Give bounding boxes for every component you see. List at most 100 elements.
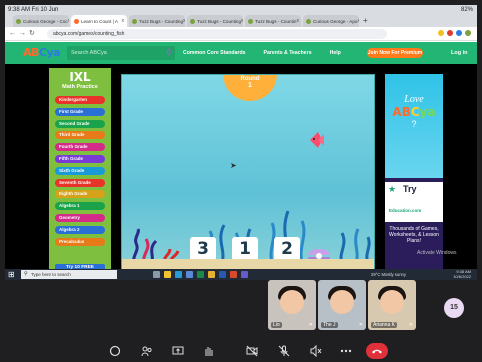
extension-icon[interactable]: [456, 30, 462, 36]
fish-icon: [310, 132, 324, 148]
grade-button[interactable]: Second Grade: [55, 119, 105, 128]
tab-favicon-icon: [248, 18, 253, 24]
file-explorer-icon[interactable]: [164, 271, 171, 278]
share-screen-button[interactable]: [170, 343, 186, 359]
browser-tab[interactable]: Tuzz Bugs - Counting x: [129, 15, 185, 27]
browser-tab[interactable]: Curious George - Apo x: [303, 15, 359, 27]
browser-tab[interactable]: Curious George - Coc x: [13, 15, 69, 27]
tab-title: Curious George - Coc: [23, 18, 68, 24]
powerpoint-icon[interactable]: [230, 271, 237, 278]
tab-close-icon[interactable]: x: [357, 18, 359, 24]
tab-close-icon[interactable]: x: [241, 18, 243, 24]
nav-link-common-core[interactable]: Common Core Standards: [183, 50, 246, 56]
ad-education-logo: Education.com: [389, 208, 422, 213]
more-participants-badge[interactable]: 15: [444, 298, 464, 318]
new-tab-button[interactable]: +: [363, 15, 368, 27]
abcya-logo[interactable]: ABCya: [23, 46, 61, 59]
windows-taskbar: ⊞ ⚲ Type here to search 29°C Mostly sunn…: [5, 269, 477, 280]
star-icon[interactable]: [438, 30, 444, 36]
participant-video-tile[interactable]: Arianna K ✕: [368, 280, 416, 330]
url-field[interactable]: abcya.com/games/counting_fish: [47, 29, 387, 39]
word-icon[interactable]: [219, 271, 226, 278]
grade-button[interactable]: Fifth Grade: [55, 154, 105, 163]
nav-link-parents-teachers[interactable]: Parents & Teachers: [264, 50, 312, 56]
windows-start-icon[interactable]: ⊞: [8, 270, 15, 279]
grade-button[interactable]: Seventh Grade: [55, 178, 105, 187]
game-canvas[interactable]: Round 1 ➤ 3 1 2: [121, 74, 375, 274]
participant-face: [380, 290, 404, 314]
battery-status: 82%: [460, 7, 473, 13]
end-call-button[interactable]: [366, 343, 388, 359]
ixl-ad[interactable]: IXL Math Practice Kindergarten First Grad…: [49, 68, 111, 280]
tab-title: Tuzz Bugs - Counting: [197, 18, 242, 24]
camera-off-button[interactable]: [244, 343, 260, 359]
activate-windows-watermark: Activate Windows: [417, 250, 457, 256]
grade-button[interactable]: Fourth Grade: [55, 143, 105, 152]
taskbar-search-input[interactable]: ⚲ Type here to search: [21, 270, 117, 279]
chrome-icon[interactable]: [208, 271, 215, 278]
education-ad[interactable]: Love ABCya ? ★ Try Education.com Thousan…: [385, 74, 443, 274]
ad-description: Thousands of Games, Worksheets, & Lesson…: [389, 226, 439, 244]
excel-icon[interactable]: [197, 271, 204, 278]
participant-video-tile[interactable]: Lio ✕: [268, 280, 316, 330]
seaweed-icon: [132, 228, 158, 263]
nav-link-help[interactable]: Help: [330, 50, 341, 56]
tab-close-icon[interactable]: x: [122, 18, 125, 24]
ad-abcya-logo: ABCya: [392, 105, 436, 119]
participant-name: Lio: [271, 322, 282, 328]
address-bar-row: ←→↻ abcya.com/games/counting_fish: [5, 27, 477, 41]
raise-hand-button[interactable]: [200, 343, 216, 359]
nav-buttons-icon[interactable]: ←→↻: [9, 29, 38, 37]
login-link[interactable]: Log in: [451, 50, 468, 56]
participant-name: Arianna K: [371, 322, 397, 328]
browser-tab[interactable]: Tuzz Bugs - Countin x: [245, 15, 301, 27]
tab-title: Tuzz Bugs - Counting: [139, 18, 184, 24]
grade-button[interactable]: Precalculus: [55, 237, 105, 246]
share-screen-icon: [172, 346, 184, 355]
taskbar-clock[interactable]: 9:38 AM 10/6/2022: [453, 269, 471, 279]
browser-tab-bar: 9:38 AM Fri 10 Jun 82% Curious George - …: [5, 5, 477, 27]
grade-button[interactable]: First Grade: [55, 107, 105, 116]
grade-button[interactable]: Third Grade: [55, 131, 105, 140]
more-options-button[interactable]: [338, 343, 354, 359]
store-icon[interactable]: [186, 271, 193, 278]
extension-icon[interactable]: [447, 30, 453, 36]
participant-video-tile[interactable]: The J ✕: [318, 280, 366, 330]
browser-tab[interactable]: Tuzz Bugs - Counting x: [187, 15, 243, 27]
task-view-icon[interactable]: [153, 271, 160, 278]
ad-question-mark: ?: [411, 119, 417, 129]
browser-tab-active[interactable]: Learn to Count | A x: [71, 15, 127, 27]
teams-icon[interactable]: [241, 271, 248, 278]
grade-button[interactable]: Sixth Grade: [55, 166, 105, 175]
grade-button[interactable]: Algebra 1: [55, 202, 105, 211]
chat-button[interactable]: [107, 343, 123, 359]
raise-hand-icon: [205, 347, 213, 356]
grade-button[interactable]: Eighth Grade: [55, 190, 105, 199]
tab-close-icon[interactable]: x: [68, 18, 69, 24]
mic-off-button[interactable]: [276, 343, 292, 359]
tab-favicon-icon: [190, 18, 195, 24]
tab-close-icon[interactable]: x: [183, 18, 185, 24]
shared-screen: 9:38 AM Fri 10 Jun 82% Curious George - …: [5, 5, 477, 280]
tab-strip: Curious George - Coc x Learn to Count | A…: [13, 15, 368, 27]
tab-favicon-icon: [74, 18, 79, 24]
premium-button[interactable]: Join Now For Premium: [367, 48, 423, 58]
round-number: 1: [248, 82, 252, 89]
mic-muted-icon: ✕: [308, 322, 313, 328]
site-search-input[interactable]: Search ABCya ⚲: [67, 46, 175, 60]
chat-icon: [109, 345, 121, 357]
seaweed-icon: [339, 228, 371, 263]
tab-title: Tuzz Bugs - Countin: [255, 18, 297, 24]
tab-close-icon[interactable]: x: [296, 18, 299, 24]
round-indicator: Round 1: [223, 75, 277, 101]
weather-status[interactable]: 29°C Mostly sunny: [371, 272, 406, 277]
speaker-off-button[interactable]: [308, 343, 324, 359]
profile-avatar[interactable]: [465, 30, 471, 36]
grade-button[interactable]: Kindergarten: [55, 96, 105, 104]
edge-icon[interactable]: [175, 271, 182, 278]
search-icon[interactable]: ⚲: [166, 46, 172, 60]
grade-button[interactable]: Geometry: [55, 213, 105, 222]
participants-button[interactable]: [139, 343, 155, 359]
mic-off-icon: [278, 345, 290, 357]
grade-button[interactable]: Algebra 2: [55, 225, 105, 234]
